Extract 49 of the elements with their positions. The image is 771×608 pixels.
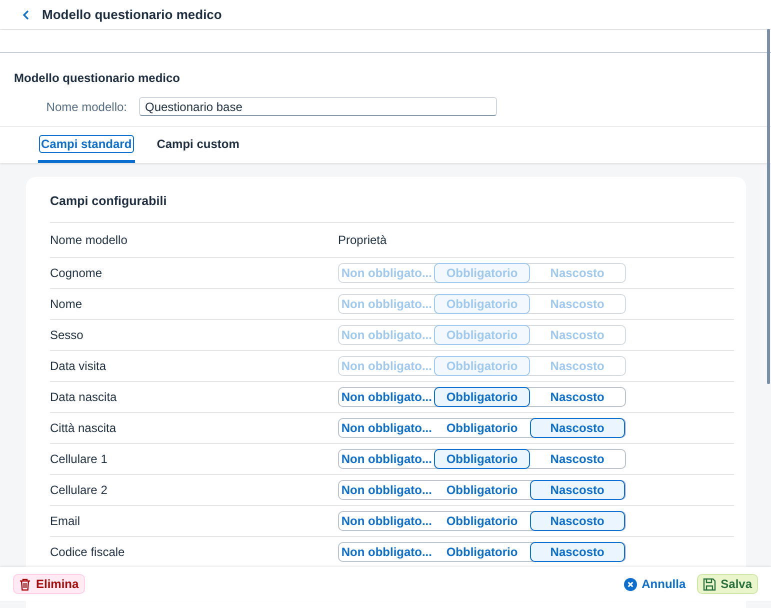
segment-option[interactable]: Obbligatorio: [434, 511, 530, 531]
field-name: Data nascita: [50, 390, 118, 404]
segment-option[interactable]: Nascosto: [530, 418, 625, 438]
segment-option[interactable]: Non obbligato...: [339, 418, 434, 438]
trash-icon: [19, 578, 31, 590]
card-title: Campi configurabili: [50, 177, 734, 223]
field-name: Cellulare 2: [50, 483, 108, 497]
save-button[interactable]: Salva: [696, 574, 758, 594]
field-label: Nome modello:: [45, 100, 127, 114]
page-title: Modello questionario medico: [42, 7, 222, 22]
delete-button[interactable]: Elimina: [13, 574, 85, 594]
segment-option[interactable]: Obbligatorio: [434, 449, 530, 469]
segment-option[interactable]: Nascosto: [530, 387, 625, 407]
segment-option[interactable]: Obbligatorio: [434, 387, 530, 407]
segment-option[interactable]: Nascosto: [530, 511, 625, 531]
field-name: Sesso: [50, 328, 84, 342]
scrollbar[interactable]: [767, 29, 770, 384]
segment-option[interactable]: Obbligatorio: [434, 418, 530, 438]
segmented-control[interactable]: Non obbligato... Obbligatorio Nascosto: [338, 511, 626, 531]
tab[interactable]: Campi custom: [154, 135, 242, 163]
column-header: Nome modello: [50, 233, 128, 247]
field-name: Cellulare 1: [50, 452, 108, 466]
section-title: Modello questionario medico: [14, 71, 182, 85]
segment-option[interactable]: Nascosto: [530, 480, 625, 500]
segmented-control[interactable]: Non obbligato... Obbligatorio Nascosto: [338, 542, 626, 562]
segment-option[interactable]: Non obbligato...: [339, 449, 434, 469]
segmented-control[interactable]: Non obbligato... Obbligatorio Nascosto: [338, 387, 626, 407]
segment-option[interactable]: Nascosto: [530, 542, 625, 562]
field-name: Cognome: [50, 266, 104, 280]
segment-option[interactable]: Non obbligato...: [339, 542, 434, 562]
segmented-control[interactable]: Non obbligato... Obbligatorio Nascosto: [338, 418, 626, 438]
field-name: Email: [50, 514, 82, 528]
column-header: Proprietà: [338, 233, 387, 247]
segment-option[interactable]: Non obbligato...: [339, 480, 434, 500]
field-name: Data visita: [50, 359, 108, 373]
name-field[interactable]: Questionario base: [139, 97, 497, 116]
segment-option[interactable]: Non obbligato...: [339, 511, 434, 531]
segment-option[interactable]: Obbligatorio: [434, 480, 530, 500]
segment-option[interactable]: Nascosto: [530, 449, 625, 469]
field-name: Codice fiscale: [50, 545, 126, 559]
field-name: Nome: [50, 297, 84, 311]
close-icon: [624, 578, 637, 590]
cancel-button[interactable]: Annulla: [618, 575, 691, 593]
segment-option[interactable]: Obbligatorio: [434, 542, 530, 562]
segmented-control[interactable]: Non obbligato... Obbligatorio Nascosto: [338, 449, 626, 469]
field-name: Città nascita: [50, 421, 118, 435]
segment-option[interactable]: Non obbligato...: [339, 387, 434, 407]
tab[interactable]: Campi standard: [38, 135, 135, 163]
segmented-control[interactable]: Non obbligato... Obbligatorio Nascosto: [338, 480, 626, 500]
